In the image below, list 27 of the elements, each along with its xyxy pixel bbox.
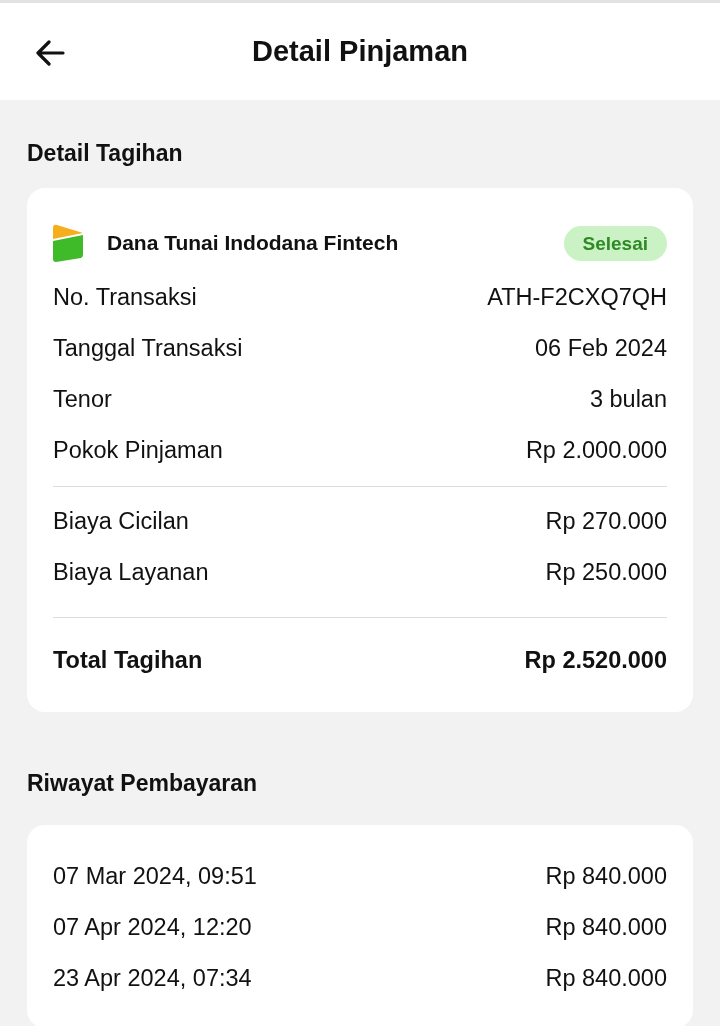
payment-amount: Rp 840.000 [545, 861, 667, 891]
payment-date: 23 Apr 2024, 07:34 [53, 963, 252, 993]
provider-name: Dana Tunai Indodana Fintech [107, 230, 399, 257]
payment-date: 07 Apr 2024, 12:20 [53, 912, 252, 942]
detail-label: Tenor [53, 384, 112, 414]
detail-value: 3 bulan [589, 384, 667, 414]
detail-value: 06 Feb 2024 [535, 333, 667, 363]
payment-amount: Rp 840.000 [545, 963, 667, 993]
detail-label: Biaya Layanan [53, 557, 209, 587]
back-arrow-icon [35, 40, 65, 66]
payment-amount: Rp 840.000 [545, 912, 667, 942]
total-label: Total Tagihan [53, 646, 203, 676]
payment-date: 07 Mar 2024, 09:51 [53, 861, 257, 891]
status-badge: Selesai [563, 225, 667, 261]
detail-label: Biaya Cicilan [53, 506, 189, 536]
total-amount: Rp 2.520.000 [524, 646, 667, 676]
detail-value: Rp 2.000.000 [525, 435, 667, 465]
detail-value: Rp 250.000 [545, 557, 667, 587]
detail-value: Rp 270.000 [545, 506, 667, 536]
detail-label: No. Transaksi [53, 282, 197, 312]
detail-value: ATH-F2CXQ7QH [487, 282, 667, 312]
provider-logo-icon [53, 224, 85, 262]
section-title: Riwayat Pembayaran [27, 769, 259, 798]
detail-label: Pokok Pinjaman [53, 435, 223, 465]
detail-label: Tanggal Transaksi [53, 333, 243, 363]
section-title: Detail Tagihan [27, 139, 184, 168]
page-title: Detail Pinjaman [252, 37, 468, 66]
